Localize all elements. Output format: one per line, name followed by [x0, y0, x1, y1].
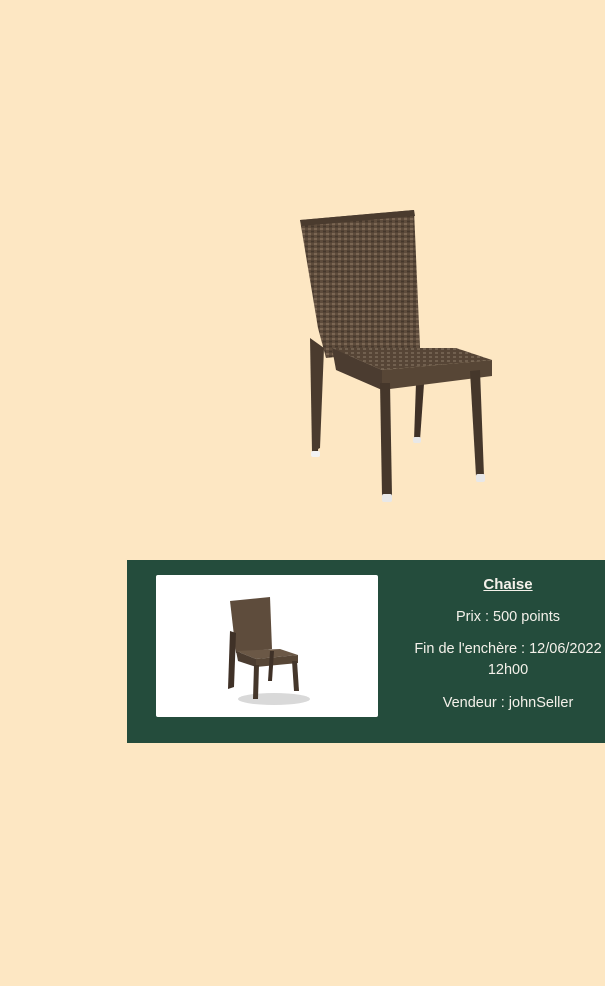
- wicker-chair-icon: [300, 210, 492, 502]
- auction-card[interactable]: Chaise Prix : 500 points Fin de l'enchèr…: [127, 560, 605, 743]
- chair-thumbnail-icon: [228, 597, 310, 705]
- chair-thumbnail: [156, 575, 378, 717]
- listing-end-label: Fin de l'enchère : 12/06/2022: [414, 641, 602, 657]
- listing-title-link[interactable]: Chaise: [397, 575, 605, 595]
- listing-price: Prix : 500 points: [456, 609, 560, 625]
- chair-image: [296, 208, 496, 508]
- listing-end-date: Fin de l'enchère : 12/06/2022 12h00: [397, 639, 605, 681]
- listing-info: Chaise Prix : 500 points Fin de l'enchèr…: [397, 575, 605, 725]
- listing-seller: Vendeur : johnSeller: [442, 695, 574, 711]
- listing-end-time: 12h00: [487, 662, 529, 678]
